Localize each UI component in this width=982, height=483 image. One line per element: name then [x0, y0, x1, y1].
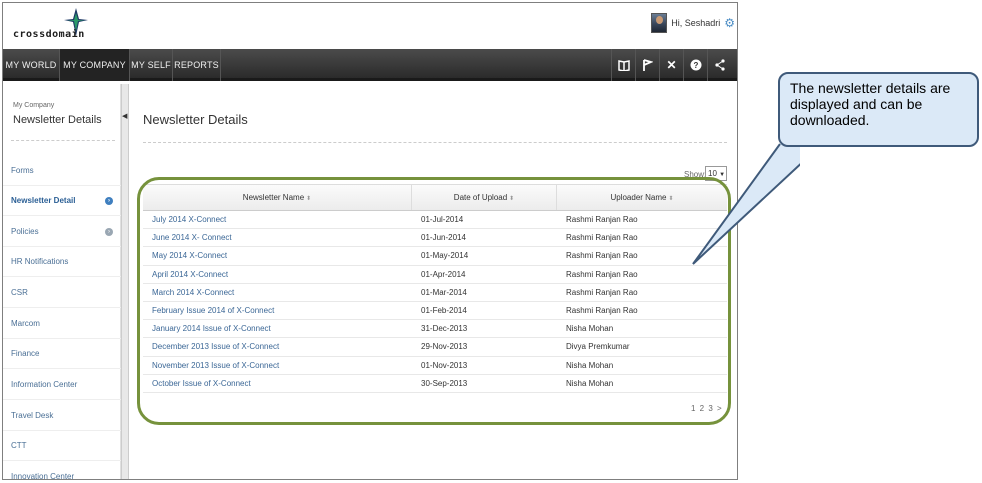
sidebar-collapse-handle[interactable]	[121, 84, 129, 479]
sidebar-item-newsletter-detail[interactable]: Newsletter Detail ›	[3, 186, 121, 216]
sidebar-item-label: Information Center	[11, 380, 78, 389]
sidebar-item-hr-notifications[interactable]: HR Notifications	[3, 247, 121, 277]
page-title: Newsletter Details	[143, 112, 248, 127]
header: crossdomain Hi, Seshadri ⚙	[3, 3, 737, 48]
sidebar-item-travel-desk[interactable]: Travel Desk	[3, 401, 121, 431]
nav-my-world[interactable]: MY WORLD	[3, 49, 60, 81]
sidebar-item-label: CSR	[11, 288, 28, 297]
sidebar-item-label: Policies	[11, 227, 39, 236]
highlight-frame	[137, 177, 731, 425]
top-navbar: MY WORLD MY COMPANY MY SELF REPORTS ✕ ?	[3, 49, 737, 81]
nav-reports[interactable]: REPORTS	[173, 49, 221, 81]
gear-icon[interactable]: ⚙	[724, 17, 735, 29]
sidebar-item-label: Finance	[11, 349, 40, 358]
help-icon[interactable]: ?	[683, 49, 707, 81]
sidebar-section-label: My Company	[13, 102, 55, 109]
crossdomain-logo[interactable]: crossdomain	[9, 7, 99, 45]
flag-icon[interactable]	[635, 49, 659, 81]
sidebar-item-ctt[interactable]: CTT	[3, 431, 121, 461]
nav-toolbar: ✕ ?	[611, 49, 731, 81]
tools-icon[interactable]: ✕	[659, 49, 683, 81]
sidebar-item-label: Forms	[11, 166, 34, 175]
callout-text: The newsletter details are displayed and…	[790, 80, 951, 128]
sidebar-title: Newsletter Details	[13, 114, 102, 126]
divider	[11, 140, 115, 141]
sidebar-item-finance[interactable]: Finance	[3, 339, 121, 369]
nav-my-self[interactable]: MY SELF	[130, 49, 173, 81]
arrow-icon: ›	[105, 197, 113, 205]
divider	[143, 142, 727, 143]
svg-text:?: ?	[693, 61, 698, 70]
book-icon[interactable]	[611, 49, 635, 81]
callout-box: The newsletter details are displayed and…	[778, 72, 979, 147]
sidebar-item-marcom[interactable]: Marcom	[3, 309, 121, 339]
sidebar-item-information-center[interactable]: Information Center	[3, 370, 121, 400]
sidebar-item-label: HR Notifications	[11, 257, 69, 266]
sidebar-item-policies[interactable]: Policies ›	[3, 217, 121, 247]
nav-my-company[interactable]: MY COMPANY	[60, 49, 130, 81]
sidebar-item-forms[interactable]: Forms	[3, 156, 121, 186]
sidebar-item-label: Newsletter Detail	[11, 196, 76, 205]
avatar[interactable]	[651, 13, 668, 33]
chevron-left-icon[interactable]: ◀	[122, 112, 127, 120]
sidebar-item-label: Marcom	[11, 319, 40, 328]
callout-pointer	[692, 143, 800, 265]
sidebar-item-label: Travel Desk	[11, 411, 54, 420]
sidebar-item-csr[interactable]: CSR	[3, 278, 121, 308]
share-icon[interactable]	[707, 49, 731, 81]
sidebar: My Company Newsletter Details Forms News…	[3, 84, 121, 480]
greeting-text: Hi, Seshadri	[671, 18, 721, 28]
expand-icon: ›	[105, 228, 113, 236]
user-menu[interactable]: Hi, Seshadri ⚙	[651, 12, 735, 34]
sidebar-item-label: CTT	[11, 441, 27, 450]
logo-text: crossdomain	[13, 29, 85, 40]
sidebar-item-label: Innovation Center	[11, 472, 75, 480]
sidebar-item-innovation-center[interactable]: Innovation Center	[3, 462, 121, 480]
